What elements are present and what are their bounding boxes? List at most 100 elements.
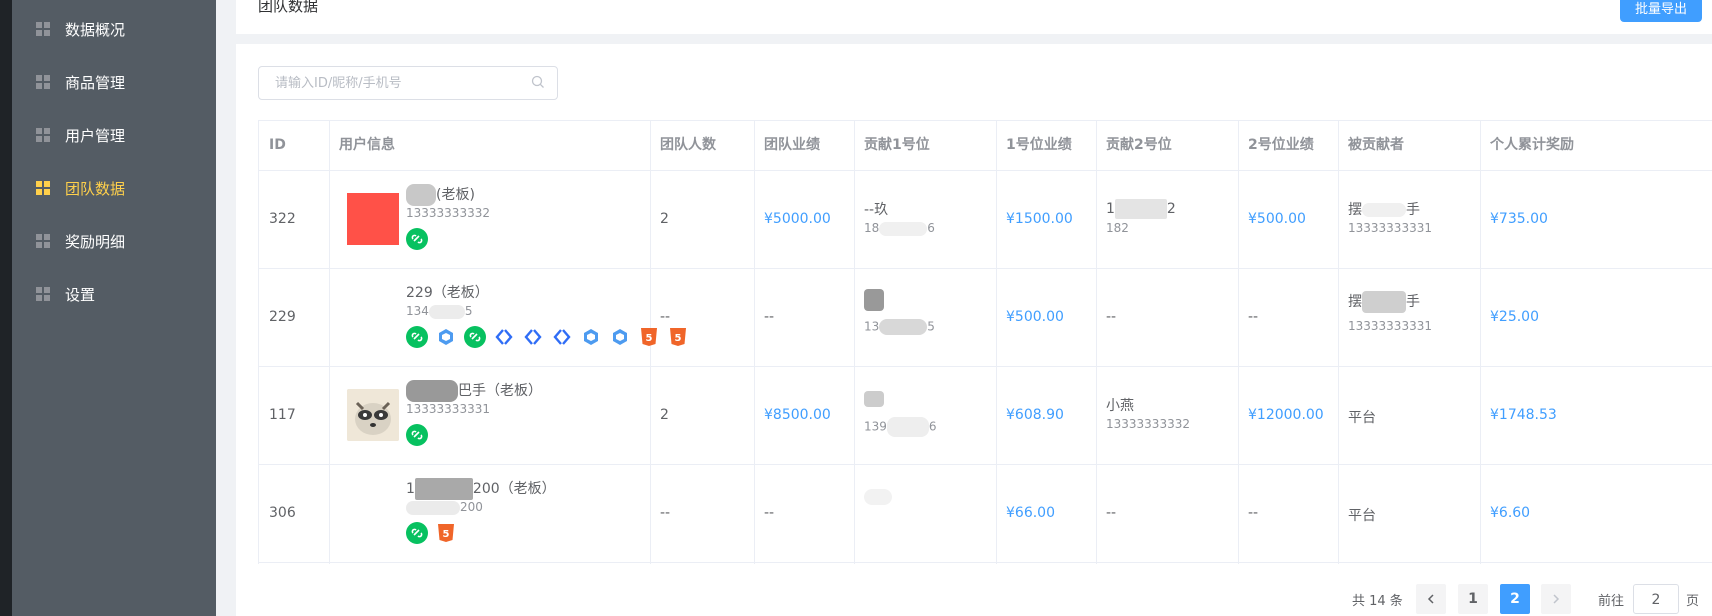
col-header-beneficiary: 被贡献者	[1348, 137, 1404, 153]
redacted	[406, 184, 436, 206]
grid-icon	[36, 287, 50, 301]
html5-icon: 5	[667, 326, 689, 348]
grid-icon	[36, 234, 50, 248]
row-id: 322	[269, 211, 296, 227]
perf2: ¥12000.00	[1248, 407, 1324, 423]
team-count: 2	[660, 211, 669, 227]
grid-icon	[36, 181, 50, 195]
perf1: ¥1500.00	[1006, 211, 1073, 227]
contrib1-name	[854, 289, 884, 311]
mini-program-icon	[464, 326, 486, 348]
beneficiary-name: 平台	[1348, 410, 1376, 426]
sidebar-item-overview[interactable]: 数据概况	[12, 0, 216, 58]
chevron-left-icon	[1427, 594, 1434, 604]
user-phone: 200	[396, 500, 483, 515]
sidebar-item-label: 设置	[65, 285, 96, 304]
col-header-contrib1: 贡献1号位	[864, 137, 930, 153]
reward: ¥6.60	[1490, 505, 1531, 521]
mini-program-icon	[406, 522, 428, 544]
team-perf: --	[764, 505, 775, 521]
channel-badges: 5	[406, 522, 457, 544]
chevron-right-icon	[1553, 594, 1560, 604]
perf2: ¥500.00	[1248, 211, 1306, 227]
page-button-2[interactable]: 2	[1500, 584, 1530, 614]
grid-icon	[36, 22, 50, 36]
reward: ¥1748.53	[1490, 407, 1557, 423]
reward: ¥25.00	[1490, 309, 1539, 325]
sidebar: 数据概况 商品管理 用户管理 团队数据 奖励明细 设置	[12, 0, 216, 616]
col-header-contrib2: 贡献2号位	[1106, 137, 1172, 153]
page-title: 团队数据	[258, 0, 319, 15]
page-button-1[interactable]: 1	[1458, 584, 1488, 614]
col-header-team-perf: 团队业绩	[764, 137, 820, 153]
baidu-icon	[522, 326, 544, 348]
col-header-team-count: 团队人数	[660, 137, 716, 153]
beneficiary-name: 平台	[1348, 508, 1376, 524]
team-count: 2	[660, 407, 669, 423]
user-phone: 134 5	[406, 304, 473, 319]
perf2: --	[1248, 309, 1259, 325]
sidebar-item-products[interactable]: 商品管理	[12, 53, 216, 111]
col-header-id: ID	[269, 137, 286, 153]
mini-program-icon	[406, 424, 428, 446]
sidebar-item-label: 用户管理	[65, 126, 126, 145]
sidebar-item-settings[interactable]: 设置	[12, 265, 216, 323]
html5-icon: 5	[638, 326, 660, 348]
alipay-icon	[435, 326, 457, 348]
beneficiary-name: 摆手	[1348, 202, 1420, 218]
sidebar-item-label: 数据概况	[65, 20, 126, 39]
grid-icon	[36, 75, 50, 89]
sidebar-item-label: 商品管理	[65, 73, 126, 92]
user-phone: 13333333331	[406, 402, 490, 416]
sidebar-item-team-data[interactable]: 团队数据	[12, 159, 216, 217]
row-id: 306	[269, 505, 296, 521]
contrib1-name: --玖	[864, 202, 889, 218]
goto-page-input[interactable]: 2	[1633, 584, 1679, 614]
user-phone: 13333333332	[406, 206, 490, 220]
table-row: 117 巴手（老板） 13333333331 2 ¥8500.00 139 6 ¥…	[259, 366, 1712, 465]
svg-text:5: 5	[675, 333, 682, 344]
raccoon-avatar	[347, 389, 399, 441]
svg-text:5: 5	[646, 333, 653, 344]
contrib2-name: 12	[1106, 199, 1176, 219]
user-name: 1 200（老板）	[396, 478, 556, 500]
alipay-icon	[609, 326, 631, 348]
beneficiary-phone: 13333333331	[1348, 319, 1432, 333]
perf1: ¥608.90	[1006, 407, 1064, 423]
reward: ¥735.00	[1490, 211, 1548, 227]
team-perf: ¥5000.00	[764, 211, 831, 227]
svg-text:5: 5	[443, 529, 450, 540]
alipay-icon	[580, 326, 602, 348]
export-button[interactable]: 批量导出	[1620, 0, 1702, 22]
team-count: --	[660, 309, 671, 325]
prev-page-button[interactable]	[1416, 584, 1446, 614]
next-page-button[interactable]	[1541, 584, 1571, 614]
channel-badges	[406, 228, 428, 250]
baidu-icon	[551, 326, 573, 348]
grid-icon	[36, 128, 50, 142]
search-input[interactable]	[273, 67, 527, 99]
goto-suffix: 页	[1686, 594, 1700, 609]
contrib1-phone: 18 6	[864, 221, 935, 236]
goto-prefix: 前往	[1598, 594, 1625, 609]
col-header-reward: 个人累计奖励	[1490, 137, 1574, 153]
col-header-perf2: 2号位业绩	[1248, 137, 1314, 153]
window-edge	[0, 0, 12, 616]
sidebar-item-users[interactable]: 用户管理	[12, 106, 216, 164]
contrib2-name: 小燕	[1106, 398, 1134, 414]
html5-icon: 5	[435, 522, 457, 544]
col-header-perf1: 1号位业绩	[1006, 137, 1072, 153]
contrib2-name: --	[1106, 505, 1117, 521]
contrib2-name: --	[1106, 309, 1117, 325]
contrib1-phone: 139 6	[854, 417, 937, 437]
user-name: (老板)	[396, 184, 475, 206]
team-table: ID 用户信息 团队人数 团队业绩 贡献1号位 1号位业绩 贡献2号位 2号位业…	[258, 120, 1712, 564]
search-icon[interactable]	[531, 75, 545, 89]
header-bar	[236, 0, 1712, 34]
table-row: 322 (老板) 13333333332 2 ¥5000.00 --玖 18 6 …	[259, 170, 1712, 269]
table-row: 229 229（老板） 134 5 5 5 -- -- 13 5 ¥500.00 -…	[259, 268, 1712, 367]
perf2: --	[1248, 505, 1259, 521]
user-name: 巴手（老板）	[396, 380, 542, 402]
sidebar-item-rewards[interactable]: 奖励明细	[12, 212, 216, 270]
channel-badges: 5 5	[406, 326, 689, 348]
